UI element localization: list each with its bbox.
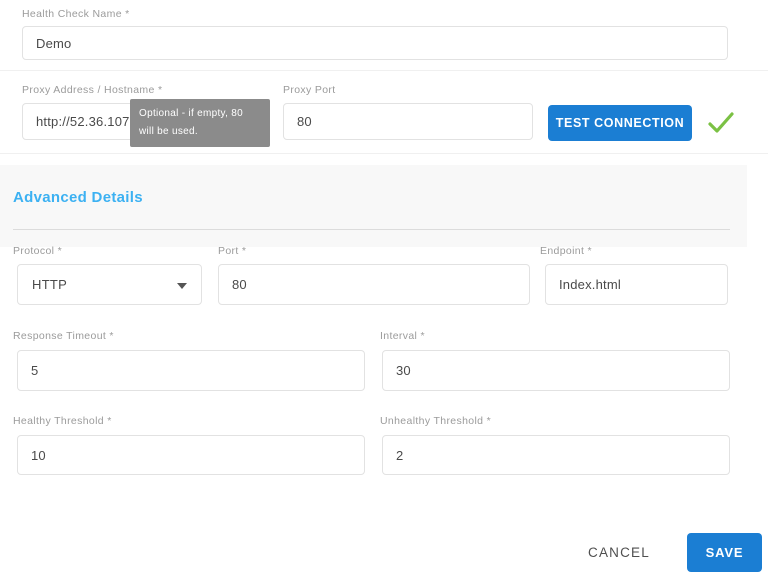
success-check-icon (706, 110, 736, 136)
divider (13, 229, 730, 230)
healthy-threshold-input[interactable] (17, 435, 365, 475)
health-check-form: Health Check Name * Proxy Address / Host… (0, 0, 768, 580)
test-connection-button[interactable]: TEST CONNECTION (548, 105, 692, 141)
health-check-name-label: Health Check Name * (22, 8, 130, 20)
response-timeout-input[interactable] (17, 350, 365, 391)
proxy-port-label: Proxy Port (283, 84, 336, 96)
protocol-select[interactable]: HTTP (17, 264, 202, 305)
divider (0, 153, 768, 154)
protocol-label: Protocol * (13, 245, 62, 257)
response-timeout-label: Response Timeout * (13, 330, 114, 342)
advanced-details-panel (0, 165, 747, 247)
unhealthy-threshold-label: Unhealthy Threshold * (380, 415, 491, 427)
port-label: Port * (218, 245, 246, 257)
divider (0, 70, 768, 71)
port-input[interactable] (218, 264, 530, 305)
cancel-button[interactable]: CANCEL (580, 541, 658, 564)
save-button[interactable]: SAVE (687, 533, 762, 572)
protocol-select-value: HTTP (32, 277, 67, 292)
endpoint-label: Endpoint * (540, 245, 592, 257)
advanced-details-heading: Advanced Details (13, 189, 143, 206)
interval-label: Interval * (380, 330, 425, 342)
healthy-threshold-label: Healthy Threshold * (13, 415, 112, 427)
unhealthy-threshold-input[interactable] (382, 435, 730, 475)
proxy-port-tooltip: Optional - if empty, 80 will be used. (130, 99, 270, 147)
endpoint-input[interactable] (545, 264, 728, 305)
interval-input[interactable] (382, 350, 730, 391)
chevron-down-icon (177, 283, 187, 289)
proxy-address-label: Proxy Address / Hostname * (22, 84, 162, 96)
health-check-name-input[interactable] (22, 26, 728, 60)
proxy-port-input[interactable] (283, 103, 533, 140)
